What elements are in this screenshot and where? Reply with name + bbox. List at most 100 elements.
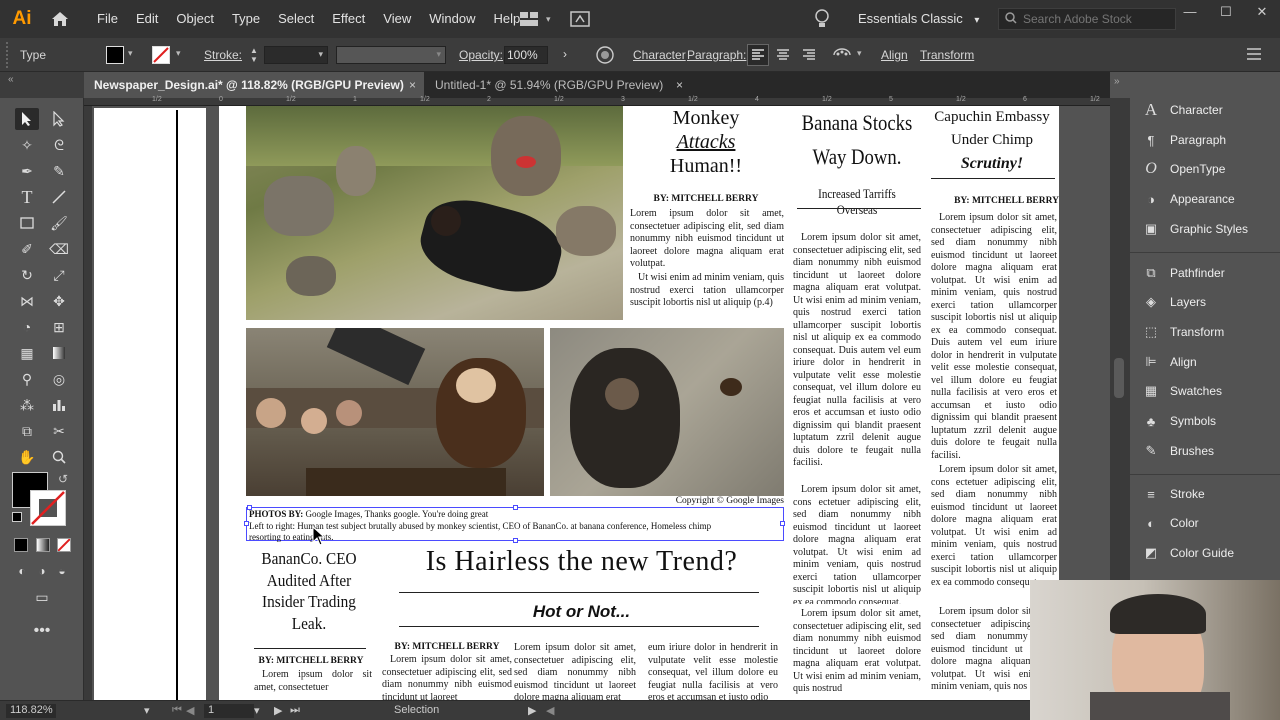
headline-capuchin-embassy[interactable]: Capuchin Embassy Under Chimp Scrutiny! bbox=[925, 106, 1059, 175]
symbol-sprayer-tool-icon[interactable]: ⁂ bbox=[15, 394, 39, 416]
lightbulb-icon[interactable] bbox=[815, 9, 829, 32]
magic-wand-tool-icon[interactable]: ✧ bbox=[15, 134, 39, 156]
draw-inside-icon[interactable]: ◒ bbox=[50, 560, 74, 582]
opacity-label[interactable]: Opacity: bbox=[459, 48, 503, 62]
puppet-warp-tool-icon[interactable]: ✥ bbox=[47, 290, 71, 312]
direct-selection-tool-icon[interactable] bbox=[47, 108, 71, 130]
stroke-swatch[interactable] bbox=[152, 46, 170, 64]
status-menu-icon[interactable]: ▶ bbox=[528, 704, 536, 717]
copyright-note[interactable]: Copyright © Google Images bbox=[639, 496, 784, 506]
headline-monkey-attacks[interactable]: Monkey Attacks Human!! bbox=[626, 106, 786, 178]
gpu-performance-icon[interactable] bbox=[569, 10, 591, 28]
recolor-artwork-icon[interactable] bbox=[596, 46, 614, 67]
subheadline[interactable]: Increased Tarriffs Overseas bbox=[801, 186, 913, 218]
recolor-icon[interactable] bbox=[832, 46, 852, 67]
chevron-down-icon[interactable]: ▾ bbox=[857, 48, 862, 59]
chevron-down-icon[interactable]: ▾ bbox=[128, 48, 133, 59]
variable-width-profile[interactable]: ▾ bbox=[336, 46, 446, 64]
headline-hairless-trend[interactable]: Is Hairless the new Trend? bbox=[379, 544, 784, 580]
caption-text-frame[interactable]: PHOTOS BY: Google Images, Thanks google.… bbox=[244, 505, 785, 543]
panel-character[interactable]: A Character bbox=[1140, 99, 1223, 121]
opacity-field[interactable]: 100% bbox=[504, 46, 548, 64]
menu-window[interactable]: Window bbox=[420, 0, 484, 38]
none-mode-icon[interactable] bbox=[57, 538, 71, 552]
headline-bananco-ceo[interactable]: BananCo. CEO Audited After Insider Tradi… bbox=[252, 548, 365, 634]
adobe-stock-search[interactable] bbox=[998, 8, 1176, 30]
eyedropper-tool-icon[interactable]: ⚲ bbox=[15, 368, 39, 390]
panel-layers[interactable]: ◈ Layers bbox=[1140, 291, 1206, 313]
article-paragraph[interactable]: Lorem ipsum dolor sit amet, consectetuer… bbox=[793, 608, 921, 700]
next-artboard-icon[interactable]: ▶ bbox=[274, 704, 282, 717]
chevron-down-icon[interactable]: ▾ bbox=[144, 704, 150, 717]
panel-graphic-styles[interactable]: ▣ Graphic Styles bbox=[1140, 218, 1248, 240]
article-paragraph[interactable]: Lorem ipsum dolor sit amet, consectetuer… bbox=[514, 642, 636, 700]
menu-edit[interactable]: Edit bbox=[127, 0, 167, 38]
article-paragraph[interactable]: Lorem ipsum dolor sit amet, cons ectetue… bbox=[931, 464, 1057, 596]
shape-builder-tool-icon[interactable]: ◔ bbox=[15, 316, 39, 338]
panel-color[interactable]: ◐ Color bbox=[1140, 512, 1199, 534]
panel-appearance[interactable]: ◑ Appearance bbox=[1140, 188, 1235, 210]
type-tool-icon[interactable]: T bbox=[15, 186, 39, 208]
chevron-down-icon[interactable]: ▾ bbox=[176, 48, 181, 59]
close-icon[interactable]: ✕ bbox=[1244, 0, 1280, 38]
horizontal-ruler[interactable]: 1/2 0 1/2 1 1/2 2 1/2 3 1/2 4 1/2 5 1/2 6 1/2 bbox=[84, 96, 1110, 106]
panel-brushes[interactable]: ✎ Brushes bbox=[1140, 440, 1214, 462]
byline[interactable]: BY: MITCHELL BERRY bbox=[931, 196, 1059, 206]
gradient-tool-icon[interactable] bbox=[47, 342, 71, 364]
headline-banana-stocks[interactable]: Banana Stocks Way Down. bbox=[801, 106, 913, 174]
paragraph-link[interactable]: Paragraph: bbox=[687, 48, 746, 62]
stroke-weight-stepper[interactable]: ▲ ▼ bbox=[248, 46, 260, 64]
chevron-right-icon[interactable]: › bbox=[563, 47, 567, 61]
slice-tool-icon[interactable]: ✂ bbox=[47, 420, 71, 442]
default-colors-icon[interactable] bbox=[12, 512, 22, 522]
align-link[interactable]: Align bbox=[881, 48, 908, 62]
menu-type[interactable]: Type bbox=[223, 0, 269, 38]
gradient-mode-icon[interactable] bbox=[36, 538, 50, 552]
byline[interactable]: BY: MITCHELL BERRY bbox=[626, 194, 786, 204]
vertical-ruler[interactable] bbox=[84, 106, 92, 700]
scale-tool-icon[interactable]: ⤢ bbox=[47, 264, 71, 286]
curvature-tool-icon[interactable]: ✎ bbox=[47, 160, 71, 182]
rectangle-tool-icon[interactable] bbox=[15, 212, 39, 234]
paintbrush-tool-icon[interactable]: 🖌 bbox=[47, 212, 71, 234]
align-left-button[interactable] bbox=[747, 44, 769, 66]
article-paragraph[interactable]: Lorem ipsum dolor sit amet, cons ectetue… bbox=[793, 484, 921, 604]
last-artboard-icon[interactable]: ⏭ bbox=[290, 704, 300, 717]
photo-chimp[interactable] bbox=[550, 328, 784, 496]
arrange-documents[interactable]: ▾ bbox=[518, 10, 591, 28]
more-tools-icon[interactable]: ••• bbox=[30, 620, 54, 642]
close-icon[interactable]: × bbox=[409, 72, 416, 98]
chevron-down-icon[interactable]: ▾ bbox=[254, 704, 260, 717]
character-link[interactable]: Character bbox=[633, 48, 686, 62]
menu-view[interactable]: View bbox=[374, 0, 420, 38]
stock-search-input[interactable] bbox=[1023, 12, 1173, 26]
panel-swatches[interactable]: ▦ Swatches bbox=[1140, 380, 1222, 402]
artboard-number[interactable]: 1 bbox=[204, 704, 254, 718]
fill-swatch[interactable] bbox=[106, 46, 124, 64]
maximize-icon[interactable]: ☐ bbox=[1208, 0, 1244, 38]
artboard-tool-icon[interactable]: ⧉ bbox=[15, 420, 39, 442]
scrollbar-thumb[interactable] bbox=[1114, 358, 1124, 398]
panel-menu-icon[interactable] bbox=[1246, 47, 1262, 64]
transform-link[interactable]: Transform bbox=[920, 48, 974, 62]
panel-paragraph[interactable]: ¶ Paragraph bbox=[1140, 129, 1227, 151]
newspaper-artboard[interactable]: Monkey Attacks Human!! BY: MITCHELL BERR… bbox=[219, 106, 1059, 700]
selection-tool-icon[interactable] bbox=[15, 108, 39, 130]
stroke-label[interactable]: Stroke: bbox=[204, 48, 242, 62]
collapse-panels-icon[interactable]: » bbox=[1114, 76, 1120, 87]
perspective-grid-tool-icon[interactable]: ⊞ bbox=[47, 316, 71, 338]
swap-colors-icon[interactable]: ↺ bbox=[58, 472, 68, 486]
panel-pathfinder[interactable]: ⧉ Pathfinder bbox=[1140, 262, 1224, 284]
menu-object[interactable]: Object bbox=[167, 0, 223, 38]
article-paragraph[interactable]: Lorem ipsum dolor sit amet, consectetuer… bbox=[630, 208, 784, 270]
canvas-area[interactable]: Monkey Attacks Human!! BY: MITCHELL BERR… bbox=[92, 106, 1110, 700]
scroll-left-icon[interactable]: ◀ bbox=[546, 704, 554, 717]
eraser-tool-icon[interactable]: ⌫ bbox=[47, 238, 71, 260]
align-right-button[interactable] bbox=[799, 45, 819, 68]
mesh-tool-icon[interactable]: ▦ bbox=[15, 342, 39, 364]
stroke-weight-field[interactable]: ▾ bbox=[264, 46, 328, 64]
article-paragraph[interactable]: eum iriure dolor in hendrerit in vulputa… bbox=[648, 642, 778, 700]
hand-tool-icon[interactable]: ✋ bbox=[15, 446, 39, 468]
collapse-icon[interactable]: « bbox=[8, 74, 14, 85]
first-artboard-icon[interactable]: ⏮ bbox=[172, 704, 182, 717]
